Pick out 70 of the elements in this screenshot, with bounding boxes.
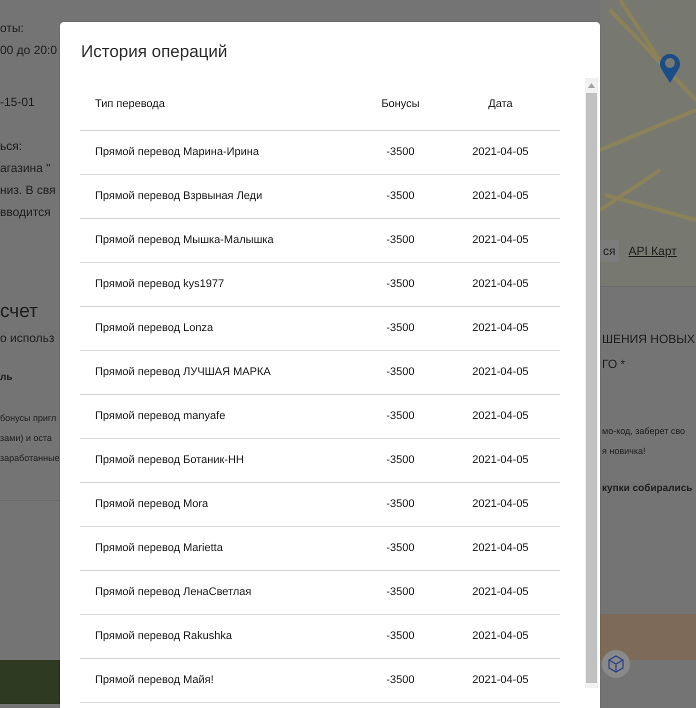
table-cell: -3500 <box>360 350 441 394</box>
table-cell: -3500 <box>360 526 441 570</box>
background-text: я новичка! <box>601 445 646 458</box>
box-icon-button[interactable] <box>602 650 630 678</box>
table-cell: 2021-04-05 <box>440 130 560 174</box>
scrollbar-thumb[interactable] <box>586 93 597 683</box>
table-cell: 2021-04-05 <box>440 570 560 614</box>
section-heading: счет <box>0 302 39 324</box>
table-cell: 2021-04-05 <box>440 262 560 306</box>
background-text: купки собирались <box>601 482 694 496</box>
column-header: Дата <box>440 78 560 130</box>
table-cell: 2021-04-05 <box>440 526 560 570</box>
background-text: вводится <box>0 204 52 221</box>
table-cell: 2021-04-05 <box>440 350 560 394</box>
table-cell: 2021-04-05 <box>440 438 560 482</box>
background-text: низ. В свя <box>0 182 57 199</box>
table-cell: -3500 <box>360 218 441 262</box>
table-cell: Прямой перевод Марина-Ирина <box>80 130 360 174</box>
table-cell: 2021-04-05 <box>440 482 560 526</box>
table-cell: 2021-04-05 <box>440 614 560 658</box>
background-text: бонусы пригл <box>0 412 58 425</box>
scrollbar[interactable] <box>585 78 598 688</box>
table-cell: Прямой перевод Взрвыная Леди <box>80 174 360 218</box>
table-cell: Прямой перевод ЛУЧШАЯ МАРКА <box>80 350 360 394</box>
modal-title: История операций <box>80 41 228 63</box>
table-cell: -3500 <box>360 306 441 350</box>
background-text: оты: <box>0 20 25 37</box>
background-text: зами) и оста <box>0 432 53 445</box>
table-cell: -3500 <box>360 658 441 702</box>
map-pin-icon <box>659 52 681 84</box>
map-link[interactable]: API Карт <box>628 242 677 260</box>
scroll-up-icon[interactable] <box>588 83 595 88</box>
table-cell: Прямой перевод Rakushka <box>80 614 360 658</box>
table-cell: Прямой перевод Мышка-Малышка <box>80 218 360 262</box>
table-cell: Прямой перевод manyafe <box>80 394 360 438</box>
photo-placeholder <box>0 660 60 704</box>
map-button[interactable]: ся <box>600 240 618 262</box>
background-text: мо-код, заберет сво <box>601 425 686 438</box>
background-text: заработанные <box>0 452 60 465</box>
background-text: ШЕНИЯ НОВЫХ <box>601 331 696 348</box>
table-cell: -3500 <box>360 482 441 526</box>
column-header: Бонусы <box>360 78 441 130</box>
table-cell: -3500 <box>360 570 441 614</box>
table-cell: -3500 <box>360 614 441 658</box>
table-cell: Прямой перевод kys1977 <box>80 262 360 306</box>
background-text: ься: <box>0 138 24 155</box>
background-text: -15-01 <box>0 94 36 111</box>
table-cell: 2021-04-05 <box>440 174 560 218</box>
background-text: агазина " <box>0 160 52 177</box>
table-cell: 2021-04-05 <box>440 306 560 350</box>
table-cell: Прямой перевод Майя! <box>80 658 360 702</box>
column-header: Тип перевода <box>80 78 360 130</box>
table-cell: Прямой перевод Lonza <box>80 306 360 350</box>
background-text: ГО * <box>601 356 626 373</box>
table-cell: Прямой перевод ЛенаСветлая <box>80 570 360 614</box>
table-cell: Прямой перевод Ботаник-НН <box>80 438 360 482</box>
table-cell: -3500 <box>360 130 441 174</box>
table-cell: Прямой перевод Marietta <box>80 526 360 570</box>
box-icon <box>607 655 625 673</box>
background-text: 00 до 20:0 <box>0 42 58 59</box>
table-cell: -3500 <box>360 394 441 438</box>
table-cell: -3500 <box>360 262 441 306</box>
table-cell: 2021-04-05 <box>440 394 560 438</box>
background-text: о использ <box>0 330 56 347</box>
table-cell: Прямой перевод Mora <box>80 482 360 526</box>
table-cell: -3500 <box>360 174 441 218</box>
table-cell: 2021-04-05 <box>440 658 560 702</box>
table-cell: 2021-04-05 <box>440 218 560 262</box>
table-cell: -3500 <box>360 438 441 482</box>
background-text: ль <box>0 371 14 385</box>
